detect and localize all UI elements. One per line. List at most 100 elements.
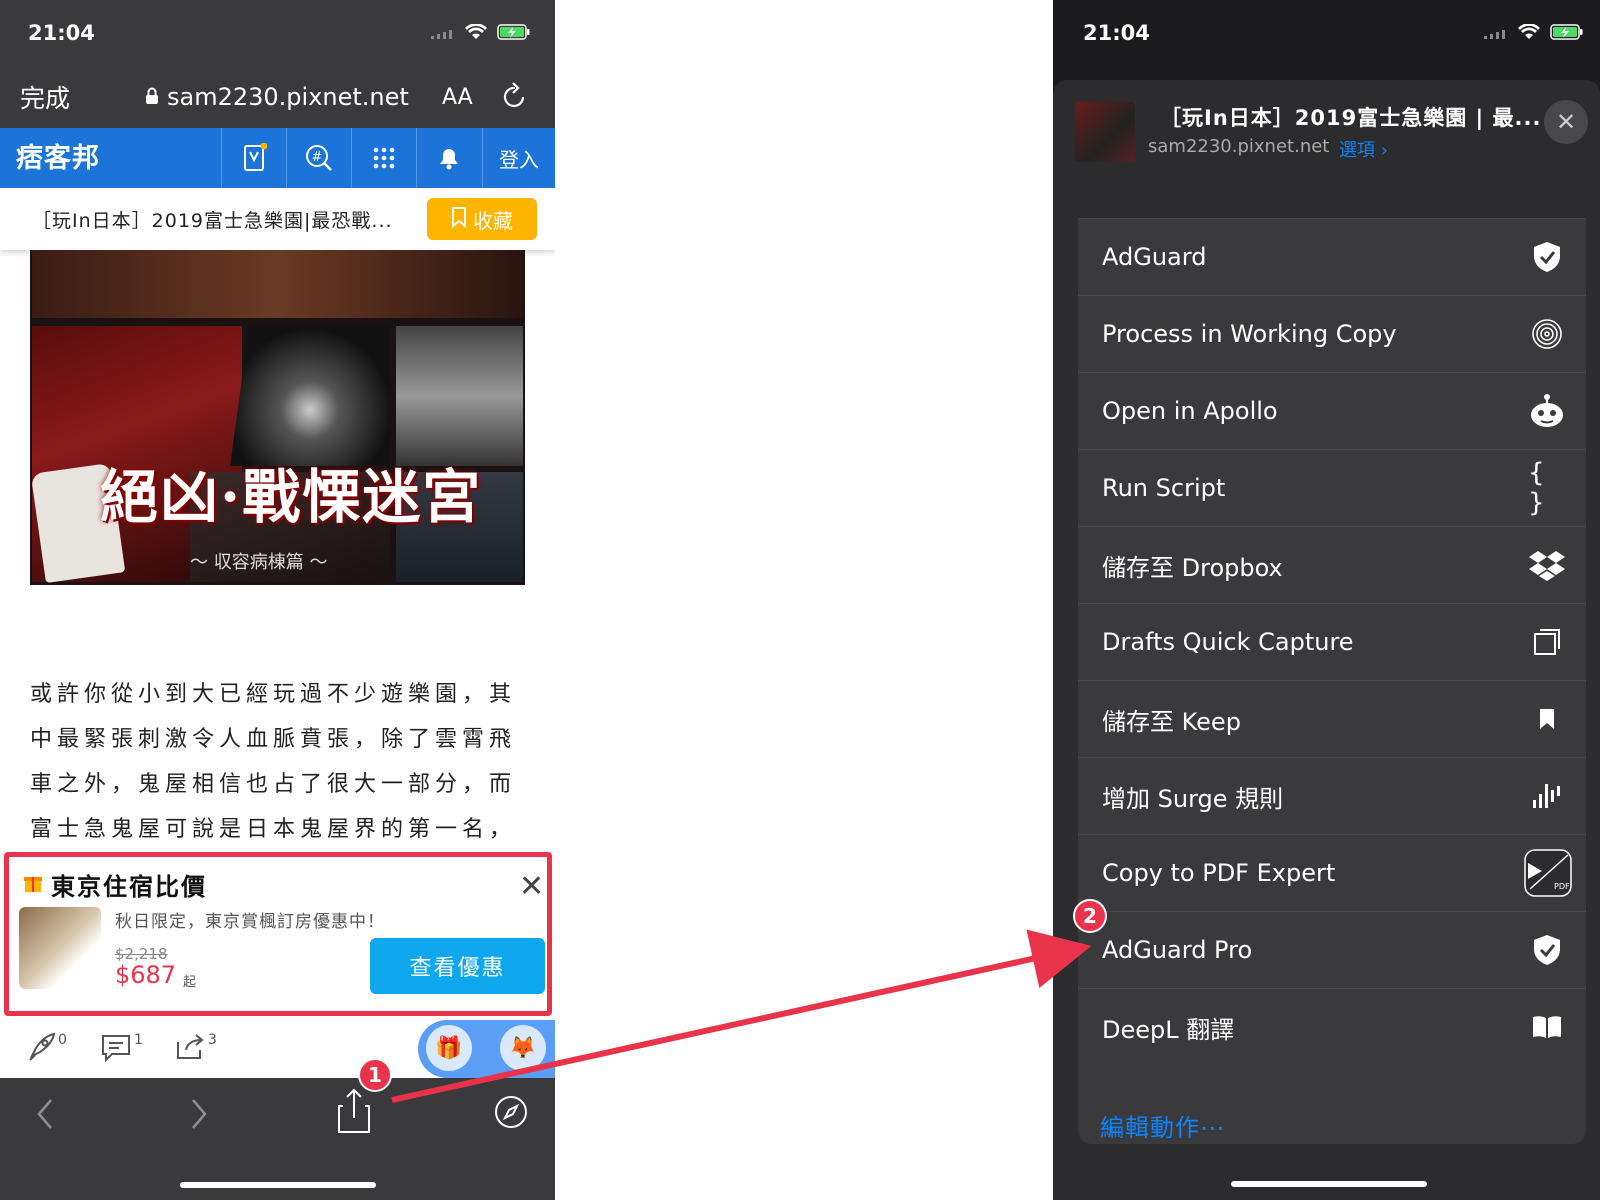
share-arrow-icon	[174, 1032, 206, 1066]
notification-bell-icon[interactable]	[416, 128, 480, 188]
url-text: sam2230.pixnet.net	[167, 83, 409, 111]
article-paragraph: 或許你從小到大已經玩過不少遊樂園，其 中最緊張刺激令人血脈賁張，除了雲霄飛 車之…	[30, 672, 530, 852]
paragraph-line: 或許你從小到大已經玩過不少遊樂園，其	[30, 682, 517, 707]
action-list: AdGuard Process in Working Copy Open in …	[1078, 218, 1586, 1144]
home-indicator[interactable]	[180, 1182, 376, 1188]
action-item-adguard[interactable]: AdGuard	[1078, 218, 1586, 295]
login-button[interactable]: 登入	[482, 128, 555, 188]
action-item-deepl[interactable]: DeepL 翻譯	[1078, 988, 1586, 1065]
action-item-keep[interactable]: 儲存至 Keep	[1078, 680, 1586, 757]
share-sheet-phone: 21:04 ［玩In日本］2019富士急樂園 | 最... sam2230.pi…	[1053, 0, 1600, 1200]
bookmark-icon	[1528, 700, 1566, 738]
comment-button[interactable]: 1	[100, 1032, 143, 1066]
book-icon	[1528, 1008, 1566, 1046]
status-time: 21:04	[28, 21, 95, 45]
pixnet-logo[interactable]: 痞客邦	[16, 136, 100, 175]
surge-icon	[1528, 777, 1566, 815]
share-page-title: ［玩In日本］2019富士急樂園 | 最...	[1160, 106, 1542, 130]
paragraph-line: 中最緊張刺激令人血脈賁張，除了雲霄飛	[30, 727, 517, 752]
wifi-icon	[1518, 21, 1540, 45]
ad-price-suffix: 起	[183, 975, 197, 990]
home-indicator[interactable]	[1231, 1181, 1427, 1187]
options-link[interactable]: 選項 ›	[1339, 136, 1388, 162]
action-item-apollo[interactable]: Open in Apollo	[1078, 372, 1586, 449]
action-item-drafts[interactable]: Drafts Quick Capture	[1078, 603, 1586, 680]
step-badge-1: 1	[358, 1058, 392, 1092]
gift-box-icon[interactable]: 🎁	[426, 1025, 472, 1071]
edit-actions-link[interactable]: 編輯動作⋯	[1100, 1108, 1225, 1143]
braces-icon: { }	[1528, 458, 1545, 518]
done-button[interactable]: 完成	[20, 79, 70, 115]
battery-charging-icon	[1550, 21, 1584, 45]
collect-label: 收藏	[473, 208, 513, 233]
action-label: Drafts Quick Capture	[1102, 628, 1354, 656]
svg-text:PDF: PDF	[1554, 882, 1570, 891]
wifi-icon	[465, 21, 487, 45]
cellular-icon	[431, 21, 455, 45]
step-badge-2: 2	[1073, 899, 1107, 933]
share-sheet-header: ［玩In日本］2019富士急樂園 | 最... sam2230.pixnet.n…	[1053, 80, 1600, 186]
action-item-run-script[interactable]: Run Script { }	[1078, 449, 1586, 526]
action-item-adguard-pro[interactable]: AdGuard Pro	[1078, 911, 1586, 988]
comment-count: 1	[134, 1032, 143, 1048]
quick-actions-pill: 🎁 🦊	[418, 1020, 555, 1078]
action-label: Run Script	[1102, 474, 1226, 502]
apps-grid-icon[interactable]	[351, 128, 415, 188]
action-item-pdf-expert[interactable]: Copy to PDF Expert PDF	[1078, 834, 1586, 911]
share-count-button[interactable]: 3	[174, 1032, 217, 1066]
address-field[interactable]: sam2230.pixnet.net	[145, 83, 409, 111]
status-bar: 21:04	[1053, 0, 1600, 66]
action-label: DeepL 翻譯	[1102, 1015, 1235, 1044]
action-label: AdGuard	[1102, 243, 1207, 271]
ad-new-price: $687	[115, 961, 177, 989]
article-title-bar: ［玩In日本］2019富士急樂園|最恐戰... 收藏	[0, 188, 555, 250]
action-label: Copy to PDF Expert	[1102, 859, 1336, 887]
dropbox-icon	[1528, 546, 1566, 584]
pixnet-header: 痞客邦 # 登入	[0, 128, 555, 188]
share-count: 3	[208, 1032, 217, 1048]
ad-description: 秋日限定，東京賞楓訂房優惠中！	[115, 912, 385, 932]
compass-icon[interactable]	[493, 1094, 529, 1134]
text-size-button[interactable]: AA	[442, 85, 473, 110]
status-time: 21:04	[1083, 21, 1150, 45]
hotel-ad-banner[interactable]: 東京住宿比價 ✕ 秋日限定，東京賞楓訂房優惠中！ $2,218 $687 起 查…	[4, 852, 552, 1016]
hotel-room-image	[19, 907, 101, 989]
bookmark-icon	[451, 206, 467, 233]
action-label: Process in Working Copy	[1102, 320, 1397, 348]
hero-subtitle: ～ 収容病棟篇 ～	[190, 552, 328, 573]
safari-top-bar: 21:04 完成 sam2230.pixnet.net AA	[0, 0, 555, 128]
action-item-working-copy[interactable]: Process in Working Copy	[1078, 295, 1586, 372]
shield-check-icon	[1528, 931, 1566, 969]
cellular-icon	[1484, 21, 1508, 45]
status-bar: 21:04	[0, 0, 555, 66]
fox-avatar-icon[interactable]: 🦊	[500, 1025, 546, 1071]
gift-icon	[23, 871, 43, 897]
collect-button[interactable]: 收藏	[427, 198, 537, 240]
back-icon[interactable]	[34, 1096, 56, 1136]
safari-bottom-toolbar	[0, 1078, 555, 1200]
action-item-surge[interactable]: 增加 Surge 規則	[1078, 757, 1586, 834]
like-count: 0	[58, 1032, 67, 1048]
article-title: ［玩In日本］2019富士急樂園|最恐戰...	[32, 209, 393, 232]
shield-check-icon	[1528, 238, 1566, 276]
view-deal-button[interactable]: 查看優惠	[370, 938, 545, 994]
forward-icon[interactable]	[188, 1096, 210, 1136]
reload-icon[interactable]	[502, 81, 528, 113]
article-hero-image: 絕凶·戰慄迷宮 ～ 収容病棟篇 ～	[30, 250, 525, 585]
paragraph-line: 車之外，鬼屋相信也占了很大一部分，而	[30, 772, 517, 797]
lock-icon	[145, 83, 159, 111]
bookmark-list-icon[interactable]	[221, 128, 285, 188]
like-button[interactable]: 0	[26, 1032, 67, 1066]
action-label: 儲存至 Dropbox	[1102, 553, 1283, 582]
hashtag-search-icon[interactable]: #	[286, 128, 350, 188]
close-icon[interactable]: ✕	[1544, 100, 1588, 144]
action-item-dropbox[interactable]: 儲存至 Dropbox	[1078, 526, 1586, 603]
paragraph-line: 富士急鬼屋可說是日本鬼屋界的第一名，	[30, 817, 517, 842]
share-icon[interactable]	[337, 1088, 371, 1138]
ad-close-icon[interactable]: ✕	[519, 869, 544, 904]
page-thumbnail	[1075, 102, 1135, 162]
battery-charging-icon	[497, 21, 531, 45]
article-action-bar: 0 1 3 🎁 🦊	[0, 1020, 555, 1078]
comment-icon	[100, 1032, 132, 1066]
safari-phone: 21:04 完成 sam2230.pixnet.net AA 痞客邦 # 登入 …	[0, 0, 555, 1200]
